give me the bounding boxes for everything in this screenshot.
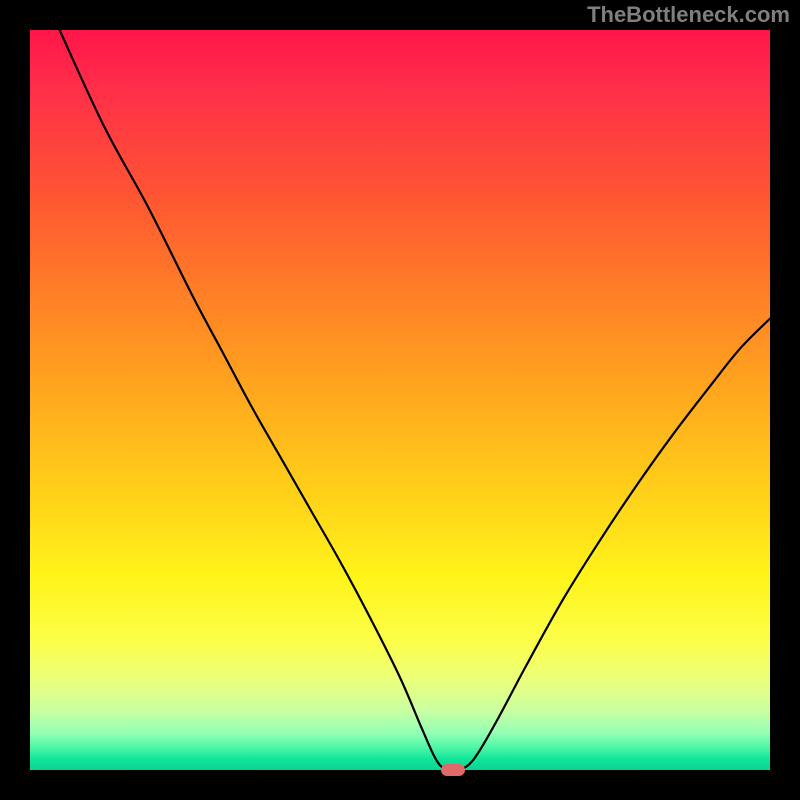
- attribution-label: TheBottleneck.com: [587, 2, 790, 28]
- bottleneck-curve-path: [60, 30, 770, 770]
- plot-area: [30, 30, 770, 770]
- bottleneck-curve: [30, 30, 770, 770]
- chart-container: TheBottleneck.com: [0, 0, 800, 800]
- optimal-marker: [441, 764, 465, 776]
